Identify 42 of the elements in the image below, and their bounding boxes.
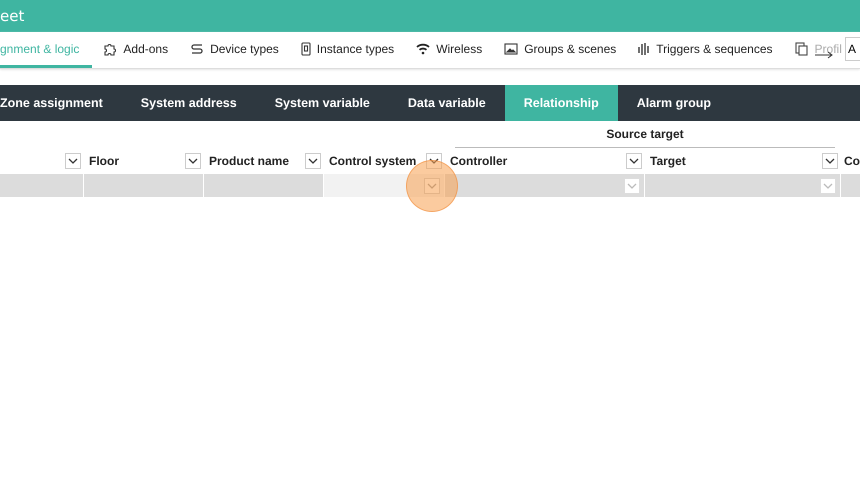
search-field[interactable]: A (845, 37, 860, 61)
nav-tab[interactable]: Instance types (290, 32, 406, 68)
nav-tab[interactable]: Device types (179, 32, 290, 68)
nav-tab[interactable]: Groups & scenes (493, 32, 628, 68)
column-group-header: Source target (455, 127, 835, 148)
filter-chevron-icon[interactable] (185, 153, 201, 169)
window-title: eet (0, 0, 860, 32)
column-header: Controller (450, 154, 508, 168)
sub-tab[interactable]: Data variable (388, 85, 505, 121)
filter-chevron-icon[interactable] (822, 153, 838, 169)
route-icon (190, 42, 204, 56)
sub-tab[interactable]: System variable (256, 85, 389, 121)
sub-tab[interactable]: System address (122, 85, 256, 121)
dropdown-chevron-icon[interactable] (820, 178, 836, 194)
arrow-right-icon[interactable] (815, 51, 833, 59)
puzzle-icon (103, 42, 118, 56)
column-header: Co (844, 154, 860, 168)
filter-chevron-icon[interactable] (305, 153, 321, 169)
picture-icon (504, 42, 518, 54)
sub-tab[interactable]: Alarm group (618, 85, 730, 121)
dropdown-chevron-icon[interactable] (624, 178, 640, 194)
column-header: Target (650, 154, 686, 168)
table-cell[interactable] (84, 174, 204, 197)
table-cell[interactable] (0, 174, 84, 197)
column-header: Product name (209, 154, 290, 168)
filter-chevron-icon[interactable] (65, 153, 81, 169)
table-cell[interactable] (324, 174, 445, 197)
column-header: Floor (89, 154, 119, 168)
table-cell[interactable] (204, 174, 324, 197)
table-cell[interactable] (645, 174, 841, 197)
nav-tab[interactable]: Wireless (405, 32, 494, 68)
copy-icon (794, 42, 809, 56)
table-cell[interactable] (445, 174, 645, 197)
sub-tab[interactable]: Zone assignment (0, 85, 122, 121)
filter-chevron-icon[interactable] (626, 153, 642, 169)
nav-tab[interactable]: Triggers & sequences (627, 32, 784, 68)
nav-tab[interactable]: Add-ons (92, 32, 180, 68)
phone-icon (300, 42, 311, 56)
column-header: Control system (329, 154, 416, 168)
bars-icon (638, 42, 650, 56)
wifi-icon (416, 42, 430, 54)
dropdown-chevron-icon[interactable] (424, 178, 440, 194)
